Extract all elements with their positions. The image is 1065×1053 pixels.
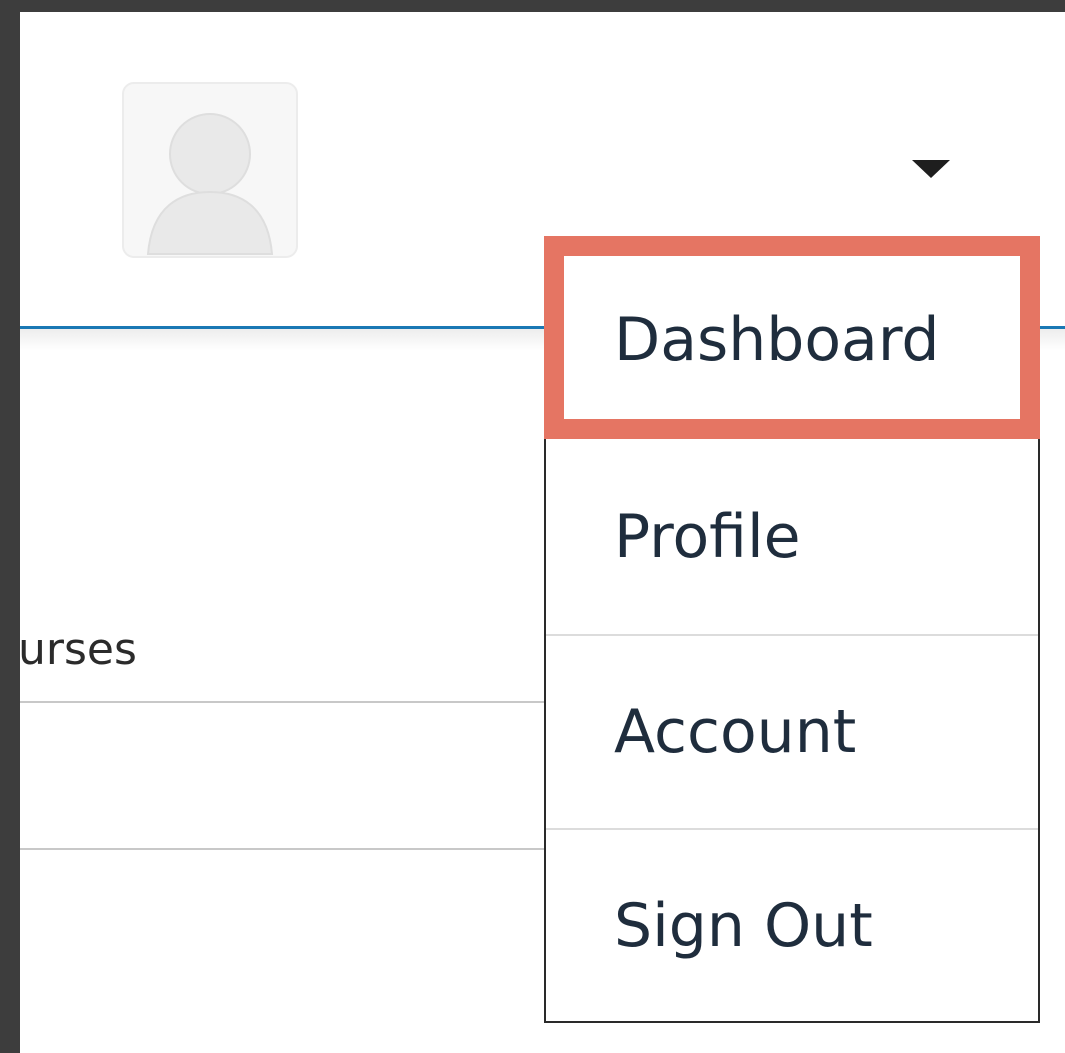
courses-nav-label[interactable]: urses	[20, 628, 137, 672]
user-avatar-icon	[146, 113, 274, 255]
user-avatar[interactable]	[122, 82, 298, 258]
menu-item-sign-out[interactable]: Sign Out	[546, 830, 1038, 1021]
list-divider	[20, 848, 550, 850]
menu-item-profile[interactable]: Profile	[546, 442, 1038, 632]
caret-down-icon[interactable]	[912, 160, 950, 178]
page: urses Dashboard Profile Account Sign Out	[20, 12, 1065, 1053]
user-dropdown-menu: Dashboard Profile Account Sign Out	[544, 238, 1040, 1023]
menu-item-dashboard[interactable]: Dashboard	[546, 240, 1038, 440]
list-divider	[20, 701, 550, 703]
menu-item-account[interactable]: Account	[546, 636, 1038, 828]
